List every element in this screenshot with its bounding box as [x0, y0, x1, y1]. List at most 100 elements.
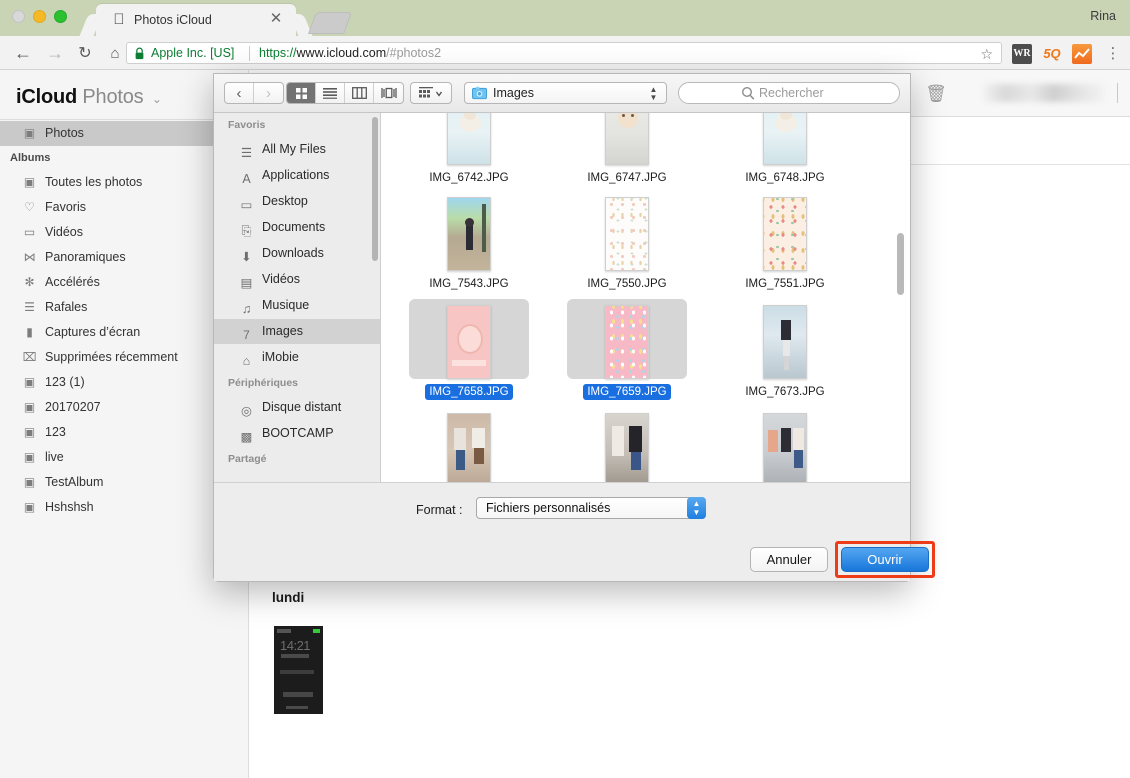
dialog-sidebar-item-musique[interactable]: ♫ Musique — [214, 293, 380, 318]
chevron-down-icon[interactable]: ⌄ — [152, 92, 162, 106]
dialog-sidebar-item-label: Disque distant — [262, 395, 341, 420]
file-item[interactable]: IMG_6742.JPG — [409, 113, 529, 186]
sidebar-item-favoris[interactable]: ♡ Favoris — [0, 195, 249, 220]
dialog-sidebar-item-applications[interactable]: A Applications — [214, 163, 380, 188]
sidebar-item-photos[interactable]: ▣ Photos — [0, 121, 249, 146]
dialog-sidebar-item-bootcamp[interactable]: ▩ BOOTCAMP — [214, 421, 380, 446]
dialog-sidebar-item-label: iMobie — [262, 345, 299, 370]
search-input[interactable]: Rechercher — [678, 82, 900, 104]
browser-menu-icon[interactable]: ⋮ — [1104, 44, 1122, 64]
dialog-sidebar-item-imobie[interactable]: ⌂ iMobie — [214, 345, 380, 370]
bookmark-star-icon[interactable]: ☆ — [980, 45, 993, 63]
dialog-forward-button[interactable]: › — [254, 83, 283, 103]
icloud-brand[interactable]: iCloud Photos ⌄ — [16, 86, 162, 109]
file-grid-scrollbar[interactable] — [897, 233, 904, 295]
sidebar-item-label: live — [45, 445, 64, 470]
sidebar-item-live[interactable]: ▣ live — [0, 445, 249, 470]
thumb-signal-bars — [277, 629, 291, 633]
heart-icon: ♡ — [22, 200, 37, 215]
file-item[interactable] — [567, 407, 687, 482]
trash-icon[interactable]: 🗑 — [925, 82, 947, 106]
sidebar-item-toutes-les-photos[interactable]: ▣ Toutes les photos — [0, 170, 249, 195]
file-item[interactable]: IMG_7543.JPG — [409, 191, 529, 292]
dialog-toolbar: ‹ › Images ▲ ▼ Rechercher — [214, 74, 910, 113]
file-name-label: IMG_7659.JPG — [583, 384, 670, 400]
sidebar-item-123-1[interactable]: ▣ 123 (1) — [0, 370, 249, 395]
dialog-back-button[interactable]: ‹ — [225, 83, 254, 103]
dialog-sidebar-item-disque-distant[interactable]: ◎ Disque distant — [214, 395, 380, 420]
arrange-segment[interactable] — [410, 82, 452, 104]
dialog-sidebar-item-all-my-files[interactable]: ☰ All My Files — [214, 137, 380, 162]
file-item[interactable]: IMG_7659.JPG — [567, 299, 687, 400]
file-thumbnail — [409, 113, 529, 165]
home-icon[interactable]: ⌂ — [104, 43, 126, 65]
pictures-icon: ὏7 — [238, 323, 255, 340]
file-item[interactable]: IMG_7550.JPG — [567, 191, 687, 292]
cancel-button[interactable]: Annuler — [750, 547, 828, 572]
sidebar-item-panoramiques[interactable]: ⋈ Panoramiques — [0, 245, 249, 270]
dialog-nav-segment: ‹ › — [224, 82, 284, 104]
sq-extension-icon[interactable]: 5Q — [1042, 44, 1062, 64]
dialog-sidebar-item-documents[interactable]: ⎘ Documents — [214, 215, 380, 240]
documents-icon: ⎘ — [238, 219, 255, 236]
file-thumbnail — [567, 299, 687, 379]
sidebar-item-supprim-es-r-cemment[interactable]: ⌧ Supprimées récemment — [0, 345, 249, 370]
sidebar-scrollbar[interactable] — [372, 117, 378, 261]
back-icon[interactable]: ← — [12, 43, 34, 65]
sidebar-item-testalbum[interactable]: ▣ TestAlbum — [0, 470, 249, 495]
sidebar-item-vid-os[interactable]: ▭ Vidéos — [0, 220, 249, 245]
screenshot-icon: ▮ — [22, 325, 37, 340]
file-thumbnail — [725, 191, 845, 271]
sidebar-item-acc-l-r-s[interactable]: ✻ Accélérés — [0, 270, 249, 295]
window-close-button[interactable] — [12, 10, 25, 23]
lock-icon — [135, 47, 144, 60]
updown-arrows-icon: ▲ ▼ — [649, 86, 658, 102]
dialog-sidebar-item-label: Applications — [262, 163, 329, 188]
profile-name[interactable]: Rina — [1090, 9, 1116, 23]
sidebar-item-20170207[interactable]: ▣ 20170207 — [0, 395, 249, 420]
sidebar-item-label: Rafales — [45, 295, 87, 320]
photo-thumbnail[interactable]: 14:21 — [274, 626, 323, 714]
dialog-sidebar-item-desktop[interactable]: ▭ Desktop — [214, 189, 380, 214]
path-popup-button[interactable]: Images ▲ ▼ — [464, 82, 667, 104]
arrange-icon[interactable] — [411, 83, 451, 103]
tab-close-icon[interactable]: ✕ — [268, 11, 284, 27]
address-bar[interactable]: Apple Inc. [US] https://www.icloud.com/#… — [126, 42, 1002, 64]
dialog-sidebar-item-vid-os[interactable]: ▤ Vidéos — [214, 267, 380, 292]
browser-tab[interactable]:  Photos iCloud ✕ — [96, 4, 296, 36]
wr-extension-icon[interactable]: WR — [1012, 44, 1032, 64]
sidebar-item-hshshsh[interactable]: ▣ Hshshsh — [0, 495, 249, 520]
window-maximize-button[interactable] — [54, 10, 67, 23]
icloud-sidebar: iCloud Photos ⌄ ▣ Photos Albums ▣ Toutes … — [0, 70, 249, 778]
sidebar-item-rafales[interactable]: ☰ Rafales — [0, 295, 249, 320]
coverflow-view-button[interactable] — [374, 83, 403, 103]
file-item[interactable] — [409, 407, 529, 482]
forward-icon[interactable]: → — [44, 43, 66, 65]
sidebar-item-123[interactable]: ▣ 123 — [0, 420, 249, 445]
file-item[interactable]: IMG_6748.JPG — [725, 113, 845, 186]
file-name-label: IMG_6747.JPG — [583, 170, 670, 186]
format-select[interactable]: Fichiers personnalisés ▲ ▼ — [476, 497, 706, 519]
file-item[interactable] — [725, 407, 845, 482]
column-view-button[interactable] — [345, 83, 374, 103]
file-item[interactable]: IMG_7551.JPG — [725, 191, 845, 292]
sidebar-item-label: 20170207 — [45, 395, 101, 420]
chart-extension-icon[interactable] — [1072, 44, 1092, 64]
sidebar-item-captures-d-cran[interactable]: ▮ Captures d’écran — [0, 320, 249, 345]
new-tab-button[interactable] — [308, 12, 352, 34]
icon-view-button[interactable] — [287, 83, 316, 103]
dialog-sidebar-item-images[interactable]: ὏7 Images — [214, 319, 380, 344]
list-view-button[interactable] — [316, 83, 345, 103]
window-minimize-button[interactable] — [33, 10, 46, 23]
dialog-sidebar-item-downloads[interactable]: ⬇ Downloads — [214, 241, 380, 266]
screenshot-root:  Photos iCloud ✕ Rina ← → ↻ ⌂ Apple Inc… — [0, 0, 1130, 778]
dialog-sidebar-item-label: Vidéos — [262, 267, 300, 292]
reload-icon[interactable]: ↻ — [74, 43, 96, 65]
file-item[interactable]: IMG_7673.JPG — [725, 299, 845, 400]
file-item[interactable]: IMG_6747.JPG — [567, 113, 687, 186]
file-item[interactable]: IMG_7658.JPG — [409, 299, 529, 400]
browser-titlebar:  Photos iCloud ✕ Rina — [0, 0, 1130, 36]
open-button[interactable]: Ouvrir — [841, 547, 929, 572]
url-host: www.icloud.com — [297, 46, 387, 60]
url-scheme: https:// — [259, 46, 297, 60]
